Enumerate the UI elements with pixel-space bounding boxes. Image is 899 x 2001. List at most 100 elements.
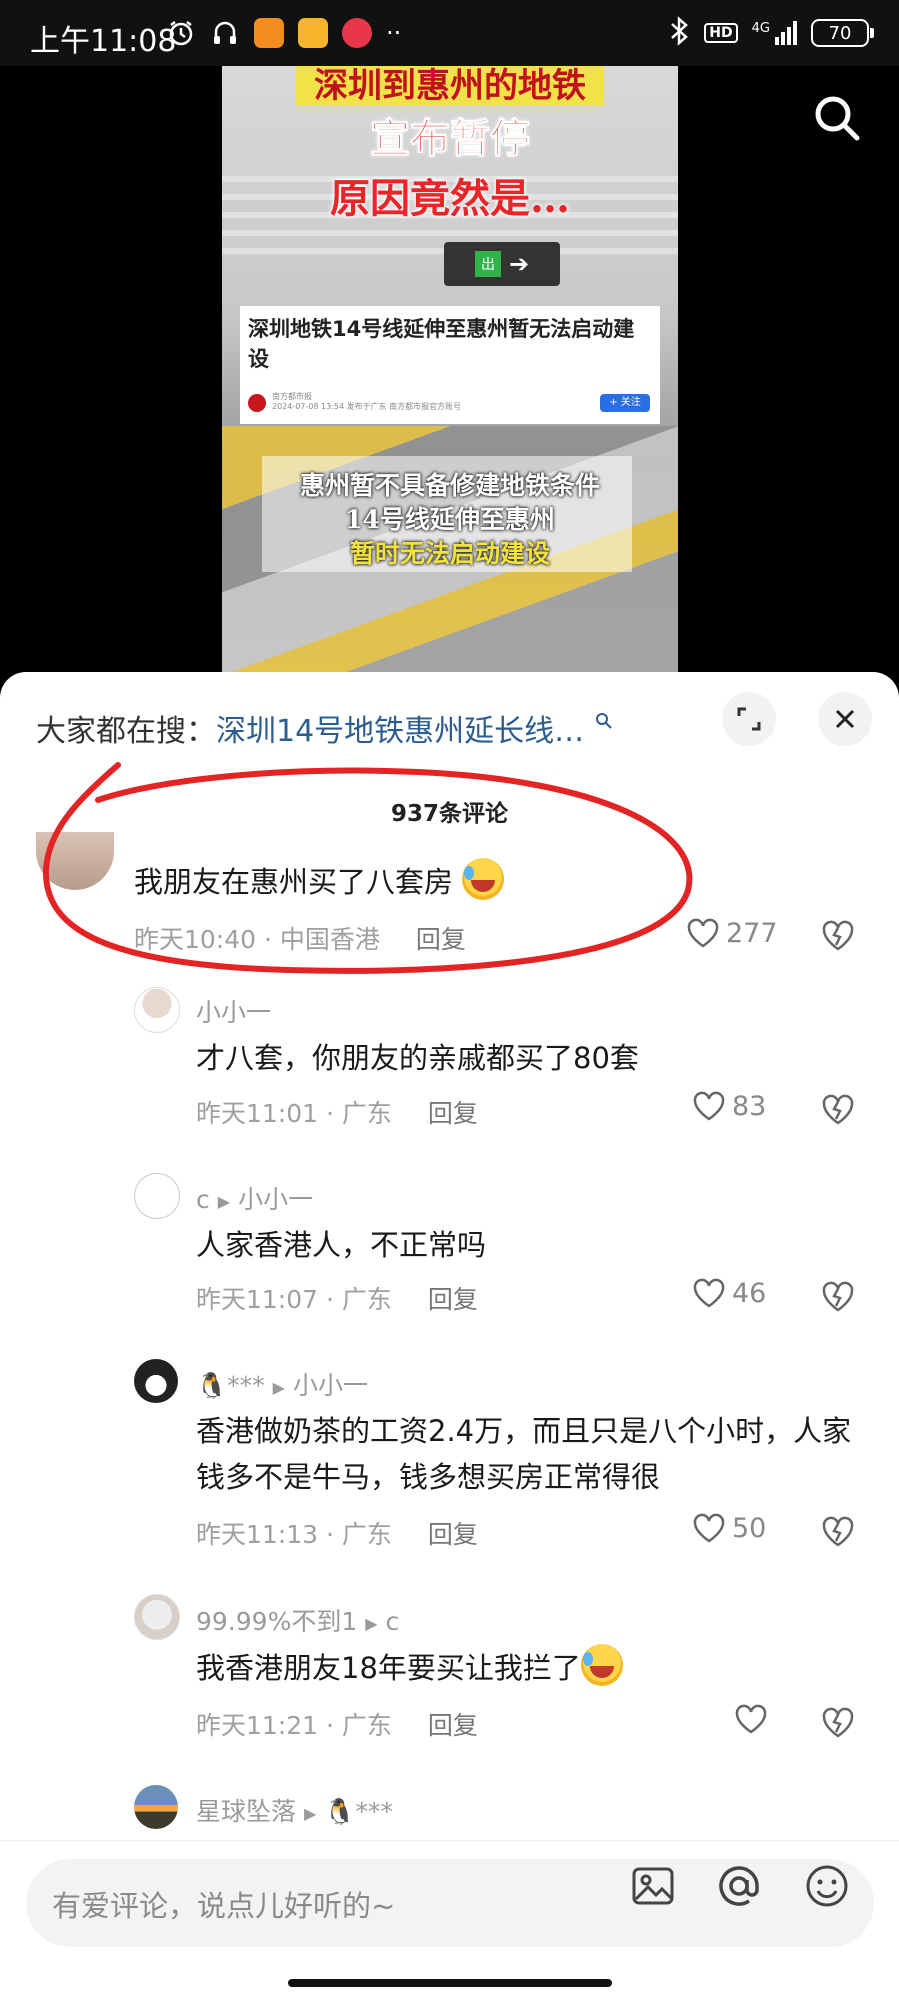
status-icons-left: ·· <box>166 18 401 48</box>
dislike-button[interactable] <box>820 1092 856 1128</box>
news-follow-button: + 关注 <box>600 394 650 412</box>
at-icon <box>719 1866 759 1906</box>
network-type: 4G <box>751 21 770 36</box>
comment-input-placeholder: 有爱评论，说点儿好听的~ <box>52 1889 396 1923</box>
search-button[interactable] <box>810 91 864 145</box>
avatar[interactable] <box>134 1594 180 1640</box>
like-count: 46 <box>732 1277 767 1309</box>
reply-button[interactable]: 回复 <box>428 1520 478 1549</box>
more-dots-icon: ·· <box>386 19 402 47</box>
comment-username[interactable]: 99.99%不到1 ▶ c <box>196 1602 399 1638</box>
bluetooth-icon <box>668 16 690 50</box>
headphones-icon <box>210 18 240 48</box>
mention-button[interactable] <box>716 1863 762 1909</box>
news-card: 深圳地铁14号线延伸至惠州暂无法启动建设 南方都市报 2024-07-08 13… <box>240 306 660 424</box>
close-button[interactable] <box>818 692 872 746</box>
avatar[interactable] <box>134 1359 178 1403</box>
broken-heart-icon <box>822 920 854 951</box>
close-icon <box>835 709 855 729</box>
suggestion-prefix: 大家都在搜： <box>36 714 216 749</box>
video-caption-line2: 原因竟然是… <box>330 175 570 222</box>
comment-text: 才八套，你朋友的亲戚都买了80套 <box>196 1041 639 1075</box>
battery-indicator: 70 <box>811 19 874 47</box>
status-icons-right: HD 4G 70 <box>668 16 874 50</box>
reply-arrow-icon: ▶ <box>217 1191 231 1211</box>
comment-input-bar: 有爱评论，说点儿好听的~ <box>0 1840 899 2001</box>
dislike-button[interactable] <box>820 1705 856 1741</box>
like-button[interactable]: 277 <box>686 917 778 949</box>
like-button[interactable]: 50 <box>692 1512 766 1544</box>
comment-username[interactable]: 星球坠落 ▶ 🐧*** <box>196 1792 393 1828</box>
status-bar: 上午11:08 ·· HD 4G 70 <box>0 0 899 66</box>
avatar[interactable] <box>134 987 180 1033</box>
avatar[interactable] <box>134 1785 178 1829</box>
heart-icon <box>735 1704 767 1734</box>
comment-meta: 昨天11:13 · 广东 回复 <box>196 1520 478 1549</box>
like-count: 83 <box>732 1090 767 1122</box>
arrow-right-icon: ➔ <box>508 250 530 278</box>
news-meta: 南方都市报 2024-07-08 13:54 发布于广东 南方都市报官方账号 <box>272 392 462 411</box>
broken-heart-icon <box>822 1707 854 1738</box>
dislike-button[interactable] <box>820 1279 856 1315</box>
news-title: 深圳地铁14号线延伸至惠州暂无法启动建设 <box>248 317 635 371</box>
emoji-icon <box>806 1865 848 1907</box>
comment-username[interactable]: c ▶ 小小一 <box>196 1180 313 1216</box>
heart-icon <box>693 1278 725 1308</box>
hd-badge: HD <box>704 23 738 43</box>
dislike-button[interactable] <box>820 1514 856 1550</box>
broken-heart-icon <box>822 1281 854 1312</box>
reply-arrow-icon: ▶ <box>304 1803 317 1823</box>
like-button[interactable]: 83 <box>692 1090 766 1122</box>
small-search-icon <box>595 713 612 729</box>
image-button[interactable] <box>630 1863 676 1909</box>
video-frame: 深圳到惠州的地铁 宣布暂停 原因竟然是… 出 ➔ 深圳地铁14号线延伸至惠州暂无… <box>222 66 678 676</box>
laughing-emoji-icon <box>580 1644 623 1686</box>
heart-icon <box>693 1091 725 1121</box>
signal-icon: 4G <box>752 21 797 45</box>
like-count: 277 <box>726 917 778 949</box>
reply-button[interactable]: 回复 <box>428 1099 478 1128</box>
search-suggestion[interactable]: 大家都在搜：深圳14号地铁惠州延长线… <box>36 706 614 750</box>
expand-icon <box>737 707 761 731</box>
heart-icon <box>693 1513 725 1543</box>
broken-heart-icon <box>822 1516 854 1547</box>
like-button[interactable]: 46 <box>692 1277 766 1309</box>
comment-meta: 昨天11:01 · 广东 回复 <box>196 1099 478 1128</box>
video-player[interactable]: 深圳到惠州的地铁 宣布暂停 原因竟然是… 出 ➔ 深圳地铁14号线延伸至惠州暂无… <box>0 66 899 676</box>
suggestion-keyword[interactable]: 深圳14号地铁惠州延长线… <box>216 714 584 749</box>
search-icon <box>815 96 860 141</box>
home-indicator[interactable] <box>288 1979 612 1987</box>
dislike-button[interactable] <box>820 918 856 954</box>
exit-sign: 出 ➔ <box>444 242 560 286</box>
broken-heart-icon <box>822 1094 854 1125</box>
exit-sign-label: 出 <box>474 251 501 277</box>
battery-level: 70 <box>828 22 852 44</box>
alarm-icon <box>166 18 196 48</box>
comment-username[interactable]: 小小一 <box>196 993 271 1029</box>
comment-text: 香港做奶茶的工资2.4万，而且只是八个小时，人家钱多不是牛马，钱多想买房正常得很 <box>196 1414 852 1494</box>
like-button[interactable] <box>734 1703 768 1735</box>
overlay-line3: 暂时无法启动建设 <box>349 539 550 568</box>
comment-meta: 昨天11:21 · 广东 回复 <box>196 1711 478 1740</box>
overlay-line2: 14号线延伸至惠州 <box>345 505 555 534</box>
app-icon-orange <box>254 18 284 48</box>
reply-button[interactable]: 回复 <box>428 1711 478 1740</box>
expand-button[interactable] <box>722 692 776 746</box>
video-caption-line1: 宣布暂停 <box>370 115 531 163</box>
like-count: 50 <box>732 1512 767 1544</box>
image-icon <box>632 1867 674 1905</box>
reply-arrow-icon: ▶ <box>272 1377 285 1397</box>
red-annotation-circle <box>42 762 693 974</box>
reply-button[interactable]: 回复 <box>428 1285 478 1314</box>
app-icon-red <box>342 18 372 48</box>
status-time: 上午11:08 <box>30 24 177 59</box>
avatar[interactable] <box>134 1173 180 1219</box>
comment-text: 我香港朋友18年要买让我拦了 <box>196 1644 623 1691</box>
comment-username[interactable]: 🐧*** ▶ 小小一 <box>196 1366 368 1402</box>
app-icon-yellow <box>298 18 328 48</box>
video-caption-top: 深圳到惠州的地铁 <box>222 66 678 107</box>
comment-meta: 昨天11:07 · 广东 回复 <box>196 1285 478 1314</box>
reply-arrow-icon: ▶ <box>365 1613 378 1633</box>
news-source-logo <box>248 394 266 412</box>
emoji-button[interactable] <box>804 1863 850 1909</box>
